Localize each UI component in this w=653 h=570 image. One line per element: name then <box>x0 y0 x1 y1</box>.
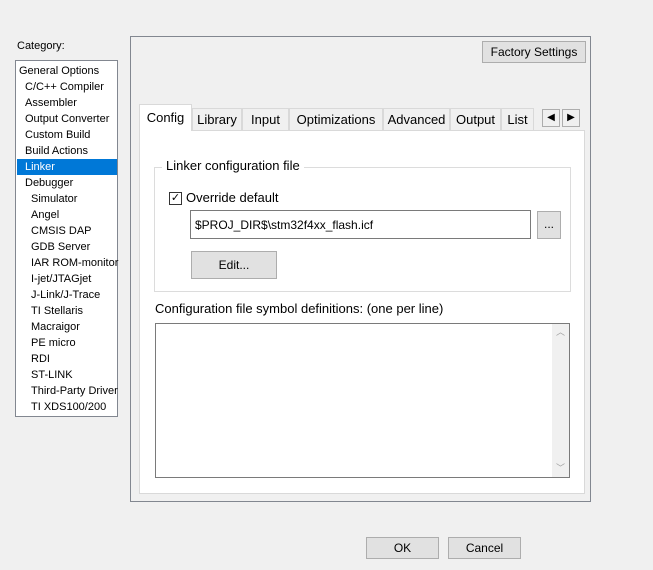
linker-config-group-title: Linker configuration file <box>162 158 304 173</box>
category-item[interactable]: I-jet/JTAGjet <box>17 271 117 287</box>
category-item[interactable]: General Options <box>17 63 117 79</box>
tab-library[interactable]: Library <box>192 108 242 130</box>
category-item[interactable]: Debugger <box>17 175 117 191</box>
category-item[interactable]: GDB Server <box>17 239 117 255</box>
category-item[interactable]: C/C++ Compiler <box>17 79 117 95</box>
tab-optimizations[interactable]: Optimizations <box>289 108 383 130</box>
category-item[interactable]: J-Link/J-Trace <box>17 287 117 303</box>
scroll-up-icon[interactable]: ︿ <box>552 324 569 341</box>
category-item[interactable]: Custom Build <box>17 127 117 143</box>
category-item[interactable]: CMSIS DAP <box>17 223 117 239</box>
category-item[interactable]: Simulator <box>17 191 117 207</box>
category-label: Category: <box>17 40 65 52</box>
override-default-label[interactable]: Override default <box>186 190 279 205</box>
category-item[interactable]: TI XDS100/200 <box>17 399 117 415</box>
tab-scroll-right-icon[interactable]: ▶ <box>562 109 580 127</box>
category-list[interactable]: General Options C/C++ Compiler Assembler Ou… <box>15 60 118 417</box>
symbol-definitions-label: Configuration file symbol definitions: (… <box>155 301 444 316</box>
ok-button[interactable]: OK <box>366 537 439 559</box>
symbol-definitions-textarea[interactable]: ︿ ﹀ <box>155 323 570 478</box>
category-item[interactable]: Third-Party Driver <box>17 383 118 399</box>
browse-button[interactable]: ... <box>537 211 561 239</box>
override-default-checkbox[interactable]: ✓ <box>169 192 182 205</box>
category-item[interactable]: PE micro <box>17 335 117 351</box>
category-item[interactable]: Linker <box>17 159 117 175</box>
options-panel: Factory Settings ◀ ▶ Linker configuratio… <box>130 36 591 502</box>
tab-config[interactable]: Config <box>139 104 192 131</box>
scroll-down-icon[interactable]: ﹀ <box>552 460 569 477</box>
vertical-scrollbar[interactable]: ︿ ﹀ <box>552 324 569 477</box>
category-item[interactable]: Build Actions <box>17 143 117 159</box>
category-item[interactable]: Macraigor <box>17 319 117 335</box>
tab-list[interactable]: List <box>501 108 534 130</box>
config-tab-page: Linker configuration file ✓ Override def… <box>139 130 585 494</box>
edit-button[interactable]: Edit... <box>191 251 277 279</box>
tab-output[interactable]: Output <box>450 108 501 130</box>
category-item[interactable]: Assembler <box>17 95 117 111</box>
tab-scroll-left-icon[interactable]: ◀ <box>542 109 560 127</box>
factory-settings-button[interactable]: Factory Settings <box>482 41 586 63</box>
category-item[interactable]: ST-LINK <box>17 367 117 383</box>
cancel-button[interactable]: Cancel <box>448 537 521 559</box>
category-item[interactable]: TI Stellaris <box>17 303 117 319</box>
tab-advanced[interactable]: Advanced <box>383 108 450 130</box>
category-item[interactable]: RDI <box>17 351 117 367</box>
config-file-input[interactable] <box>190 210 531 239</box>
checkmark-icon: ✓ <box>170 192 181 204</box>
category-item[interactable]: Angel <box>17 207 117 223</box>
category-item[interactable]: Output Converter <box>17 111 117 127</box>
category-item[interactable]: IAR ROM-monitor <box>17 255 118 271</box>
tab-input[interactable]: Input <box>242 108 289 130</box>
